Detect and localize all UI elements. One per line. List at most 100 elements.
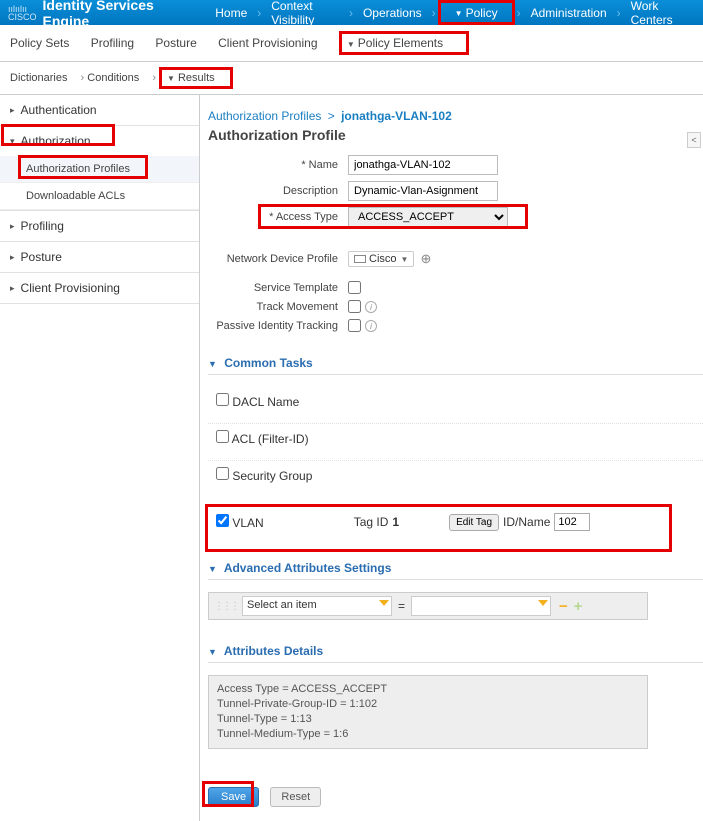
- pit-checkbox[interactable]: [348, 319, 361, 332]
- access-type-label: * Access Type: [208, 211, 348, 223]
- vlan-task: VLAN: [216, 514, 264, 530]
- separator-icon: ›: [617, 6, 621, 20]
- sidebar-item-profiling[interactable]: ▸Profiling: [0, 211, 199, 241]
- sidebar-item-client-provisioning[interactable]: ▸Client Provisioning: [0, 273, 199, 303]
- name-field[interactable]: [348, 155, 498, 175]
- ndp-label: Network Device Profile: [208, 253, 348, 265]
- pit-label: Passive Identity Tracking: [208, 320, 348, 332]
- chevron-down-icon: [538, 600, 548, 606]
- dacl-label: DACL Name: [232, 395, 299, 409]
- add-attr-button[interactable]: +: [574, 598, 583, 615]
- caret-right-icon: ▸: [10, 105, 15, 116]
- subnav-profiling[interactable]: Profiling: [91, 36, 134, 50]
- caret-right-icon: ▸: [10, 252, 15, 263]
- separator-icon: ›: [152, 72, 156, 84]
- sidebar-item-authentication[interactable]: ▸Authentication: [0, 95, 199, 125]
- equals-label: =: [398, 599, 405, 613]
- dacl-checkbox[interactable]: [216, 393, 229, 406]
- security-group-checkbox[interactable]: [216, 467, 229, 480]
- description-label: Description: [208, 185, 348, 197]
- caret-right-icon: ▸: [10, 283, 15, 294]
- subnav-policy-elements[interactable]: ▼Policy Elements: [347, 36, 443, 50]
- nav-work-centers[interactable]: Work Centers: [631, 0, 687, 27]
- caret-right-icon: ▸: [10, 221, 15, 232]
- attr-value-select[interactable]: [411, 596, 551, 616]
- acl-checkbox[interactable]: [216, 430, 229, 443]
- separator-icon: ›: [517, 6, 521, 20]
- top-banner: ıılıılıı CISCO Identity Services Engine …: [0, 0, 703, 25]
- breadcrumb: Authorization Profiles > jonathga-VLAN-1…: [208, 109, 703, 123]
- attr-detail-line: Access Type = ACCESS_ACCEPT: [217, 682, 639, 697]
- subnav-client-provisioning[interactable]: Client Provisioning: [218, 36, 317, 50]
- service-template-label: Service Template: [208, 282, 348, 294]
- section-common-tasks[interactable]: ▼ Common Tasks: [208, 356, 703, 375]
- sub-nav: Policy Sets Profiling Posture Client Pro…: [0, 25, 703, 62]
- flag-icon: [354, 255, 366, 263]
- sidebar-item-authz-profiles[interactable]: Authorization Profiles: [0, 156, 199, 183]
- name-label: * Name: [208, 159, 348, 171]
- tertiary-nav: Dictionaries › Conditions › ▼Results <: [0, 62, 703, 95]
- nav-policy[interactable]: ▼Policy: [455, 6, 498, 20]
- info-icon[interactable]: i: [365, 320, 377, 332]
- idname-label: ID/Name: [503, 515, 550, 529]
- breadcrumb-current: jonathga-VLAN-102: [341, 109, 452, 123]
- nav-context-visibility[interactable]: Context Visibility: [271, 0, 339, 27]
- section-advanced[interactable]: ▼ Advanced Attributes Settings: [208, 561, 703, 580]
- sidebar: ▸Authentication ▾Authorization Authoriza…: [0, 95, 200, 821]
- caret-down-icon: ▼: [208, 564, 217, 574]
- nav-operations[interactable]: Operations: [363, 6, 422, 20]
- chevron-down-icon: ▼: [401, 255, 409, 264]
- edit-tag-button[interactable]: Edit Tag: [449, 514, 499, 531]
- dropdown-icon: ▼: [455, 9, 463, 18]
- cisco-logo-icon: ıılıılıı CISCO: [8, 5, 37, 21]
- subnav-policy-sets[interactable]: Policy Sets: [10, 36, 69, 50]
- sidebar-item-authorization[interactable]: ▾Authorization: [0, 126, 199, 156]
- security-group-label: Security Group: [232, 469, 312, 483]
- caret-down-icon: ▼: [208, 359, 217, 369]
- breadcrumb-parent[interactable]: Authorization Profiles: [208, 109, 321, 123]
- ternav-dictionaries[interactable]: Dictionaries: [10, 72, 67, 84]
- remove-attr-button[interactable]: −: [559, 598, 568, 615]
- attributes-details-box: Access Type = ACCESS_ACCEPT Tunnel-Priva…: [208, 675, 648, 749]
- caret-down-icon: ▾: [10, 136, 15, 147]
- reset-button[interactable]: Reset: [270, 787, 321, 807]
- sidebar-item-downloadable-acls[interactable]: Downloadable ACLs: [0, 183, 199, 210]
- separator-icon: ›: [81, 72, 85, 84]
- main-content: Authorization Profiles > jonathga-VLAN-1…: [200, 95, 703, 821]
- save-button[interactable]: Save: [208, 787, 259, 807]
- nav-home[interactable]: Home: [215, 6, 247, 20]
- nav-administration[interactable]: Administration: [531, 6, 607, 20]
- dropdown-icon: ▼: [347, 40, 355, 49]
- acl-label: ACL (Filter-ID): [232, 432, 309, 446]
- caret-down-icon: ▼: [208, 647, 217, 657]
- attr-detail-line: Tunnel-Medium-Type = 1:6: [217, 727, 639, 742]
- attr-key-select[interactable]: Select an item: [242, 596, 392, 616]
- dropdown-icon: ▼: [167, 74, 175, 83]
- vlan-checkbox[interactable]: [216, 514, 229, 527]
- chevron-down-icon: [379, 600, 389, 606]
- drag-handle-icon[interactable]: ⋮⋮⋮: [214, 601, 238, 612]
- attr-detail-line: Tunnel-Private-Group-ID = 1:102: [217, 697, 639, 712]
- description-field[interactable]: [348, 181, 498, 201]
- separator-icon: ›: [432, 6, 436, 20]
- attr-detail-line: Tunnel-Type = 1:13: [217, 712, 639, 727]
- ternav-conditions[interactable]: Conditions: [87, 72, 139, 84]
- sidebar-item-posture[interactable]: ▸Posture: [0, 242, 199, 272]
- service-template-checkbox[interactable]: [348, 281, 361, 294]
- ndp-add-button[interactable]: ⊕: [420, 251, 431, 267]
- access-type-select[interactable]: ACCESS_ACCEPT: [348, 207, 508, 227]
- subnav-posture[interactable]: Posture: [155, 36, 196, 50]
- tagid-value: 1: [392, 515, 399, 529]
- idname-field[interactable]: [554, 513, 590, 531]
- tagid-label: Tag ID: [354, 515, 389, 529]
- advanced-attribute-row: ⋮⋮⋮ Select an item = − +: [208, 592, 648, 620]
- section-details[interactable]: ▼ Attributes Details: [208, 644, 703, 663]
- separator-icon: ›: [349, 6, 353, 20]
- ndp-dropdown[interactable]: Cisco ▼: [348, 251, 414, 267]
- track-movement-label: Track Movement: [208, 301, 348, 313]
- page-title: Authorization Profile: [208, 127, 703, 143]
- track-movement-checkbox[interactable]: [348, 300, 361, 313]
- separator-icon: ›: [257, 6, 261, 20]
- ternav-results[interactable]: ▼Results: [167, 72, 215, 84]
- info-icon[interactable]: i: [365, 301, 377, 313]
